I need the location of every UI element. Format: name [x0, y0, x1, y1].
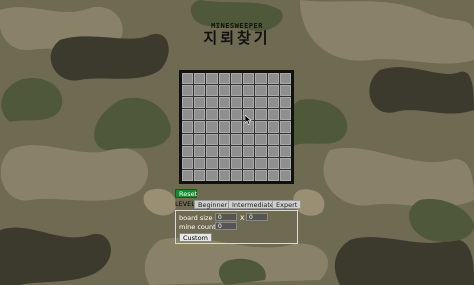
board-cell[interactable]: [243, 85, 255, 97]
game-title: MINESWEEPER 지뢰찾기: [200, 22, 274, 47]
board-cell[interactable]: [267, 169, 279, 181]
board-cell[interactable]: [279, 121, 291, 133]
board-cell[interactable]: [255, 73, 267, 85]
level-label: LEVEL: [175, 200, 195, 208]
board-size-label: board size :: [179, 214, 217, 222]
board-cell[interactable]: [230, 169, 243, 181]
board-cell[interactable]: [194, 145, 206, 157]
board-cell[interactable]: [218, 133, 230, 145]
board-cell[interactable]: [230, 85, 243, 97]
board-cell[interactable]: [218, 145, 230, 157]
board-cell[interactable]: [182, 97, 194, 109]
board-cell[interactable]: [267, 157, 279, 169]
board-cell[interactable]: [279, 169, 291, 181]
board-cell[interactable]: [206, 73, 218, 85]
board-size-rows-input[interactable]: 0: [215, 213, 237, 221]
board-cell[interactable]: [279, 85, 291, 97]
board-cell[interactable]: [267, 97, 279, 109]
board-cell[interactable]: [255, 157, 267, 169]
board-cell[interactable]: [206, 157, 218, 169]
reset-button[interactable]: Reset: [175, 189, 197, 198]
mine-count-label: mine count :: [179, 223, 220, 231]
board-cell[interactable]: [206, 121, 218, 133]
board-cell[interactable]: [230, 121, 243, 133]
board-cell[interactable]: [230, 73, 243, 85]
board-cell[interactable]: [230, 133, 243, 145]
board-cell[interactable]: [218, 97, 230, 109]
board-cell[interactable]: [279, 97, 291, 109]
board-cell[interactable]: [255, 85, 267, 97]
board-cell[interactable]: [243, 97, 255, 109]
game-board: [179, 70, 294, 184]
board-cell[interactable]: [206, 133, 218, 145]
board-cell[interactable]: [206, 145, 218, 157]
board-cell[interactable]: [279, 157, 291, 169]
board-cell[interactable]: [206, 97, 218, 109]
board-cell[interactable]: [267, 73, 279, 85]
board-cell[interactable]: [230, 157, 243, 169]
board-cell[interactable]: [243, 133, 255, 145]
board-cell[interactable]: [182, 157, 194, 169]
board-cell[interactable]: [218, 157, 230, 169]
level-expert-button[interactable]: Expert: [272, 200, 302, 209]
board-cell[interactable]: [255, 97, 267, 109]
board-cell[interactable]: [194, 157, 206, 169]
board-cell[interactable]: [182, 73, 194, 85]
board-cell[interactable]: [267, 121, 279, 133]
board-cell[interactable]: [182, 109, 194, 121]
level-intermediate-button[interactable]: Intermediate: [228, 200, 278, 209]
board-cell[interactable]: [182, 145, 194, 157]
board-cell[interactable]: [182, 133, 194, 145]
board-cell[interactable]: [255, 109, 267, 121]
board-cell[interactable]: [194, 109, 206, 121]
board-grid: [182, 73, 291, 181]
mine-count-input[interactable]: 0: [215, 222, 237, 230]
board-cell[interactable]: [279, 133, 291, 145]
title-korean: 지뢰찾기: [203, 29, 271, 47]
board-cell[interactable]: [243, 73, 255, 85]
board-cell[interactable]: [194, 73, 206, 85]
level-beginner-button[interactable]: Beginner: [194, 200, 232, 209]
board-cell[interactable]: [218, 85, 230, 97]
board-cell[interactable]: [255, 145, 267, 157]
board-cell[interactable]: [230, 145, 243, 157]
board-cell[interactable]: [255, 133, 267, 145]
board-cell[interactable]: [279, 73, 291, 85]
board-cell[interactable]: [267, 133, 279, 145]
board-cell[interactable]: [194, 97, 206, 109]
board-cell[interactable]: [194, 85, 206, 97]
board-cell[interactable]: [267, 145, 279, 157]
board-cell[interactable]: [182, 121, 194, 133]
board-cell[interactable]: [218, 73, 230, 85]
board-cell[interactable]: [194, 121, 206, 133]
board-cell[interactable]: [279, 145, 291, 157]
board-cell[interactable]: [267, 85, 279, 97]
board-cell[interactable]: [206, 109, 218, 121]
board-cell[interactable]: [255, 121, 267, 133]
board-cell[interactable]: [230, 109, 243, 121]
board-cell[interactable]: [218, 109, 230, 121]
board-cell[interactable]: [279, 109, 291, 121]
board-cell[interactable]: [206, 85, 218, 97]
board-cell[interactable]: [243, 145, 255, 157]
board-cell[interactable]: [267, 109, 279, 121]
size-separator: X: [240, 214, 245, 222]
board-cell[interactable]: [194, 133, 206, 145]
board-cell[interactable]: [182, 85, 194, 97]
board-cell[interactable]: [182, 169, 194, 181]
board-cell[interactable]: [243, 157, 255, 169]
board-cell[interactable]: [194, 169, 206, 181]
board-cell[interactable]: [218, 121, 230, 133]
board-cell[interactable]: [206, 169, 218, 181]
mouse-pointer-icon: [245, 115, 252, 125]
board-cell[interactable]: [230, 97, 243, 109]
custom-button[interactable]: Custom: [179, 233, 212, 242]
board-size-cols-input[interactable]: 0: [246, 213, 268, 221]
board-cell[interactable]: [218, 169, 230, 181]
board-cell[interactable]: [255, 169, 267, 181]
board-cell[interactable]: [243, 169, 255, 181]
